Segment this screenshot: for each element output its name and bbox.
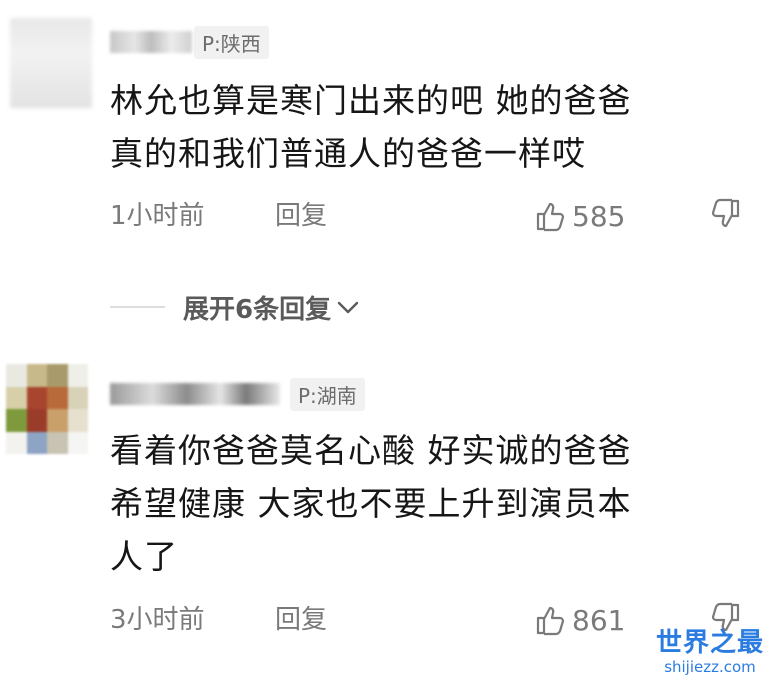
- watermark-title: 世界之最: [655, 628, 764, 658]
- like-count: 861: [572, 603, 626, 637]
- expand-replies-button[interactable]: 展开6条回复: [110, 289, 361, 325]
- username-blurred[interactable]: [110, 383, 280, 405]
- comment-meta: P:湖南: [110, 377, 365, 411]
- comment-item: P:陕西 林允也算是寒门出来的吧 她的爸爸 真的和我们普通人的爸爸一样哎 1小时…: [0, 0, 778, 260]
- thumbs-up-icon: [536, 202, 565, 232]
- comment-text: 看着你爸爸莫名心酸 好实诚的爸爸 希望健康 大家也不要上升到演员本 人了: [110, 424, 750, 583]
- ip-location: P:湖南: [290, 377, 365, 411]
- comment-footer: 3小时前 回复 861: [110, 600, 750, 640]
- watermark: 世界之最 shijiezz.com: [656, 628, 764, 676]
- like-button[interactable]: 861: [534, 600, 625, 640]
- expand-replies-label: 展开6条回复: [183, 294, 332, 325]
- comment-text-line: 看着你爸爸莫名心酸 好实诚的爸爸: [110, 431, 632, 470]
- divider: [110, 306, 165, 308]
- ip-location: P:陕西: [194, 25, 269, 59]
- comment-meta: P:陕西: [110, 25, 269, 59]
- comment-text-line: 真的和我们普通人的爸爸一样哎: [110, 134, 586, 173]
- like-button[interactable]: 585: [534, 196, 625, 236]
- reply-button[interactable]: 回复: [275, 600, 327, 640]
- comment-text-line: 人了: [110, 537, 178, 576]
- reply-button[interactable]: 回复: [275, 196, 327, 236]
- timestamp: 1小时前: [110, 201, 205, 231]
- chevron-down-icon: [337, 301, 359, 314]
- thumbs-up-icon: [536, 606, 565, 636]
- like-count: 585: [572, 199, 626, 233]
- thumbs-down-icon: [711, 198, 740, 228]
- comment-text-line: 希望健康 大家也不要上升到演员本: [110, 484, 632, 523]
- watermark-url: shijiezz.com: [664, 658, 756, 676]
- username-blurred[interactable]: [110, 31, 192, 53]
- timestamp: 3小时前: [110, 605, 205, 635]
- comment-text: 林允也算是寒门出来的吧 她的爸爸 真的和我们普通人的爸爸一样哎: [110, 74, 750, 180]
- avatar[interactable]: [6, 364, 88, 454]
- dislike-button[interactable]: [710, 198, 742, 237]
- avatar[interactable]: [10, 18, 92, 108]
- comment-text-line: 林允也算是寒门出来的吧 她的爸爸: [110, 81, 632, 120]
- comment-footer: 1小时前 回复 585: [110, 196, 750, 236]
